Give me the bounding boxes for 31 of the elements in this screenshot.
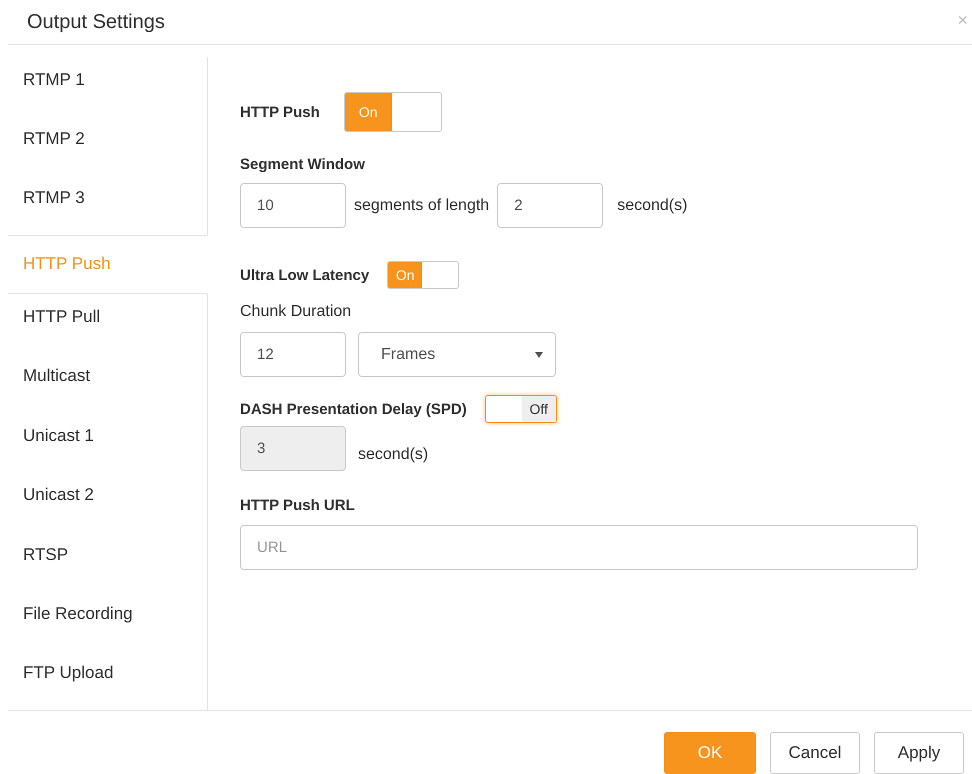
- sidebar-item[interactable]: File Recording: [8, 591, 208, 651]
- input-field[interactable]: 10: [240, 183, 346, 228]
- field-label: DASH Presentation Delay (SPD): [240, 400, 467, 418]
- dialog-title: Output Settings: [27, 10, 165, 34]
- url-field[interactable]: URL: [240, 525, 918, 570]
- sidebar-item[interactable]: FTP Upload: [8, 650, 208, 710]
- sidebar-item[interactable]: Unicast 2: [8, 472, 208, 532]
- field-label: Chunk Duration: [240, 303, 352, 321]
- sidebar-item[interactable]: Multicast: [8, 354, 208, 414]
- sidebar-item[interactable]: RTMP 2: [8, 116, 208, 176]
- toggle-knob: On: [388, 262, 422, 288]
- sidebar-item[interactable]: RTMP 3: [8, 176, 208, 236]
- unit-label: second(s): [358, 446, 428, 464]
- sidebar-item[interactable]: HTTP Pull: [8, 294, 208, 354]
- input-field[interactable]: 12: [240, 332, 346, 377]
- sidebar-item[interactable]: RTMP 1: [8, 57, 208, 116]
- unit-label: second(s): [617, 196, 688, 214]
- caret-icon: [535, 352, 543, 358]
- unit-dropdown[interactable]: Frames: [358, 332, 556, 377]
- secondary-button[interactable]: Apply: [874, 732, 964, 774]
- field-label: Segment Window: [240, 156, 365, 173]
- toggle-knob: Off: [522, 396, 556, 422]
- field-label: Ultra Low Latency: [240, 266, 370, 284]
- input-field[interactable]: 2: [497, 183, 604, 228]
- field-label: HTTP Push URL: [240, 497, 355, 514]
- field-label: HTTP Push: [240, 104, 320, 120]
- secondary-button[interactable]: Cancel: [770, 732, 860, 774]
- sidebar-item[interactable]: Unicast 1: [8, 413, 208, 472]
- field-text: segments of length: [354, 196, 490, 214]
- toggle-knob: On: [344, 93, 392, 131]
- sidebar-item[interactable]: RTSP: [8, 532, 208, 592]
